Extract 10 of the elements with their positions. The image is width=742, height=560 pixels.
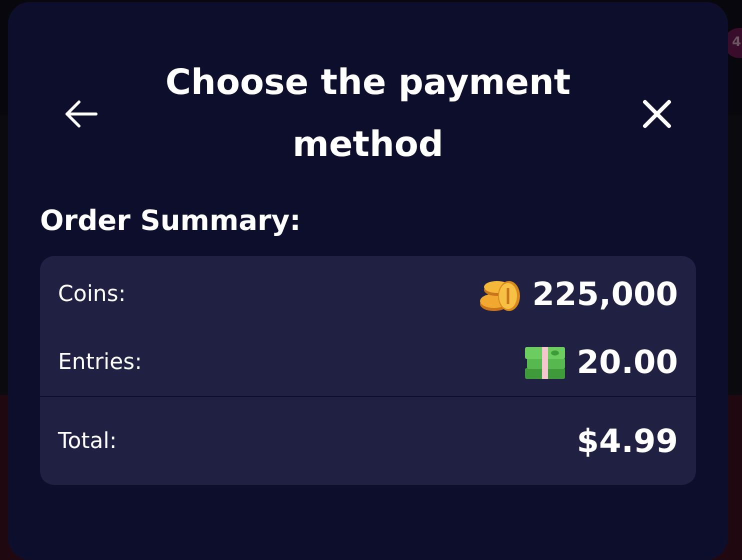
total-label: Total:	[58, 428, 117, 456]
total-value: $4.99	[576, 421, 678, 462]
row-label: Coins:	[58, 280, 126, 308]
close-icon	[642, 99, 672, 129]
row-label: Entries:	[58, 348, 142, 376]
section-heading: Order Summary:	[40, 203, 302, 239]
row-value: 20.00	[576, 342, 678, 383]
back-arrow-icon	[64, 99, 98, 129]
dialog-title: Choose the payment method	[164, 62, 572, 167]
row-value: 225,000	[532, 274, 678, 315]
